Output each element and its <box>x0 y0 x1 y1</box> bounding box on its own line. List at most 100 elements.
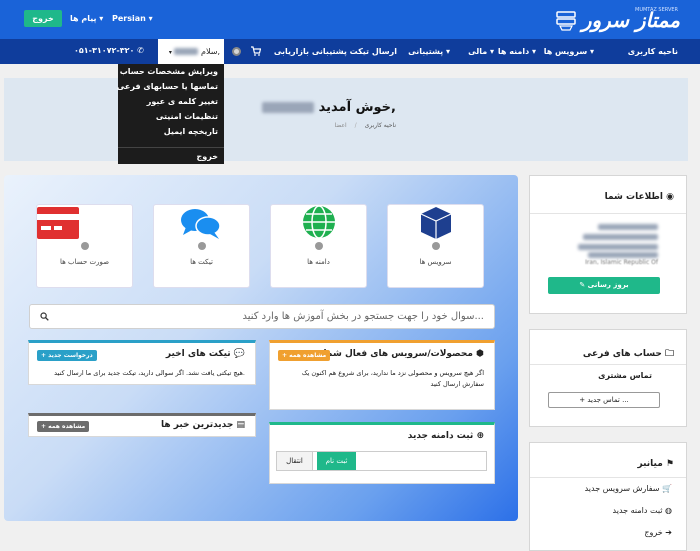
phone-icon: ✆ <box>137 46 144 55</box>
info-card: اطلاعات شما ◉ Iran, Islamic Republic Of … <box>529 175 687 314</box>
tile-indicator-dot <box>315 242 323 250</box>
tile-indicator-dot <box>432 242 440 250</box>
dd-email-history[interactable]: تاریخچه ایمیل <box>164 127 218 136</box>
user-name-redacted <box>174 48 199 55</box>
nav-item-open-ticket[interactable]: ارسال تیکت پشتیبانی <box>312 47 397 56</box>
credit-card-icon <box>37 207 79 239</box>
nav-item-domains[interactable]: دامنه ها ▾ <box>498 47 536 56</box>
shortcut-logout[interactable]: خروج ➔ <box>644 528 672 537</box>
update-info-button[interactable]: ✎ بروز رسانی <box>548 277 660 294</box>
nav-item-client-area[interactable]: ناحیه کاربری <box>628 47 678 56</box>
nav-item-billing[interactable]: مالی ▾ <box>468 47 494 56</box>
user-greeting: سلام, <box>201 47 220 56</box>
account-dropdown: ویرایش مشخصات حساب تماسها یا حسابهای فرع… <box>117 64 224 164</box>
tile-invoices[interactable]: صورت حساب ها <box>36 204 133 288</box>
domain-register-card: ثبت دامنه جدید ⊕ انتقال ثبت نام <box>269 422 495 484</box>
welcome-title: خوش آمدید, <box>262 100 396 115</box>
globe-icon: ⊕ <box>476 431 484 441</box>
subaccounts-card: حساب های فرعی 🗀 تماس مشتری + تماس جدید .… <box>529 329 687 427</box>
register-domain-button[interactable]: ثبت نام <box>317 452 356 470</box>
tile-invoices-label: صورت حساب ها <box>59 258 110 266</box>
info-country: Iran, Islamic Republic Of <box>585 259 658 266</box>
tile-tickets-label: تیکت ها <box>190 258 213 266</box>
tile-services-label: سرویس ها <box>419 258 452 266</box>
tile-services[interactable]: سرویس ها <box>387 204 484 288</box>
shortcuts-card-title: میانبر ⚑ <box>637 459 675 469</box>
logout-button[interactable]: خروج <box>24 10 62 27</box>
messages-menu[interactable]: پیام ها ▾ <box>70 14 103 23</box>
nav-item-support[interactable]: پشتیبانی ▾ <box>408 47 450 56</box>
products-card-body: اگر هیچ سرویس و محصولی نزد ما ندارید، بر… <box>301 369 484 388</box>
cart-icon: 🛒 <box>662 484 672 493</box>
news-card-title: جدیدترین خبر ها ▤ <box>160 420 245 430</box>
user-circle-icon: ◉ <box>666 192 674 202</box>
info-line-redacted <box>583 234 658 240</box>
info-line-redacted <box>588 252 658 258</box>
products-card: محصولات/سرویس های فعال شما ⬢ + مشاهده هم… <box>269 340 495 410</box>
cube-icon: ⬢ <box>476 349 484 359</box>
new-contact-button[interactable]: + تماس جدید ... <box>548 392 660 408</box>
dd-logout[interactable]: خروج <box>197 152 218 161</box>
subaccounts-card-title: حساب های فرعی 🗀 <box>582 349 674 359</box>
chat-bubbles-icon <box>180 207 222 241</box>
dd-edit-account[interactable]: ویرایش مشخصات حساب <box>120 67 218 76</box>
notifications-icon[interactable] <box>232 47 241 56</box>
tile-indicator-dot <box>81 242 89 250</box>
breadcrumb: ناحیه کاربری / اعضا <box>334 122 396 129</box>
welcome-user-redacted <box>262 102 315 113</box>
bookmark-icon: ⚑ <box>665 459 674 469</box>
breadcrumb-current: ناحیه کاربری <box>364 122 396 129</box>
search-input[interactable]: سوال خود را جهت جستجو در بخش آموزش ها وا… <box>242 311 484 322</box>
server-logo-icon <box>554 8 578 32</box>
folder-icon: 🗀 <box>664 349 674 359</box>
logo-text: ممتاز سرور <box>581 8 681 32</box>
nav-item-services[interactable]: سرویس ها ▾ <box>544 47 594 56</box>
new-ticket-badge[interactable]: + درخواست جدید <box>37 350 97 361</box>
globe-icon: ◍ <box>665 506 672 515</box>
knowledgebase-search[interactable]: سوال خود را جهت جستجو در بخش آموزش ها وا… <box>29 304 495 329</box>
dashboard-panel: سرویس ها دامنه ها تیکت ها صورت حساب ها س… <box>4 175 518 521</box>
info-line-redacted <box>578 244 658 250</box>
shortcuts-card: میانبر ⚑ سفارش سرویس جدید 🛒 ثبت دامنه جد… <box>529 442 687 551</box>
cart-icon[interactable] <box>251 46 261 56</box>
newspaper-icon: ▤ <box>236 420 245 430</box>
plus-icon: + <box>579 396 586 404</box>
chevron-down-icon: ▾ <box>168 49 172 56</box>
dd-contacts[interactable]: تماسها یا حسابهای فرعی <box>117 82 218 91</box>
tickets-card-title: تیکت های اخیر 💬 <box>165 349 245 359</box>
tile-domains[interactable]: دامنه ها <box>270 204 367 288</box>
breadcrumb-home[interactable]: اعضا <box>334 122 346 129</box>
arrow-right-icon: ➔ <box>665 528 672 537</box>
tile-tickets[interactable]: تیکت ها <box>153 204 250 288</box>
phone-number: ۰۵۱-۳۱۰۷۲-۳۲۰ ✆ <box>74 46 144 55</box>
transfer-domain-button[interactable]: انتقال <box>277 452 313 470</box>
nav-item-affiliates[interactable]: بازاریابی <box>274 47 309 56</box>
shortcut-new-domain[interactable]: ثبت دامنه جدید ◍ <box>613 506 672 515</box>
products-card-title: محصولات/سرویس های فعال شما ⬢ <box>323 349 484 359</box>
tile-domains-label: دامنه ها <box>307 258 330 266</box>
domain-search-field[interactable]: انتقال ثبت نام <box>276 451 487 471</box>
welcome-banner: خوش آمدید, ناحیه کاربری / اعضا <box>4 78 688 161</box>
shortcut-new-service[interactable]: سفارش سرویس جدید 🛒 <box>585 484 672 493</box>
comments-icon: 💬 <box>233 349 245 359</box>
info-card-title: اطلاعات شما ◉ <box>604 192 674 202</box>
news-card: جدیدترین خبر ها ▤ + مشاهده همه <box>28 413 256 437</box>
dd-security-settings[interactable]: تنظیمات امنیتی <box>156 112 218 121</box>
cube-icon <box>418 205 454 241</box>
search-icon[interactable] <box>40 312 49 321</box>
view-all-products-badge[interactable]: + مشاهده همه <box>278 350 331 361</box>
language-selector[interactable]: Persian ▾ <box>112 14 153 23</box>
view-all-news-badge[interactable]: + مشاهده همه <box>37 421 90 432</box>
dd-change-password[interactable]: تغییر کلمه ی عبور <box>147 97 218 106</box>
info-name-redacted <box>598 224 658 230</box>
user-menu[interactable]: ▾ سلام, <box>158 39 224 64</box>
tile-indicator-dot <box>198 242 206 250</box>
contact-label: تماس مشتری <box>598 371 652 380</box>
tickets-card: تیکت های اخیر 💬 + درخواست جدید هیچ تیکتی… <box>28 340 256 385</box>
globe-icon <box>302 205 336 239</box>
dropdown-divider <box>118 147 224 148</box>
site-logo[interactable]: MUMTAZ SERVER ممتاز سرور <box>552 6 681 34</box>
tickets-card-body: هیچ تیکتی یافت نشد. اگر سوالی دارید، تیک… <box>54 369 245 377</box>
pencil-icon: ✎ <box>579 281 586 289</box>
domain-card-title: ثبت دامنه جدید ⊕ <box>407 431 484 441</box>
